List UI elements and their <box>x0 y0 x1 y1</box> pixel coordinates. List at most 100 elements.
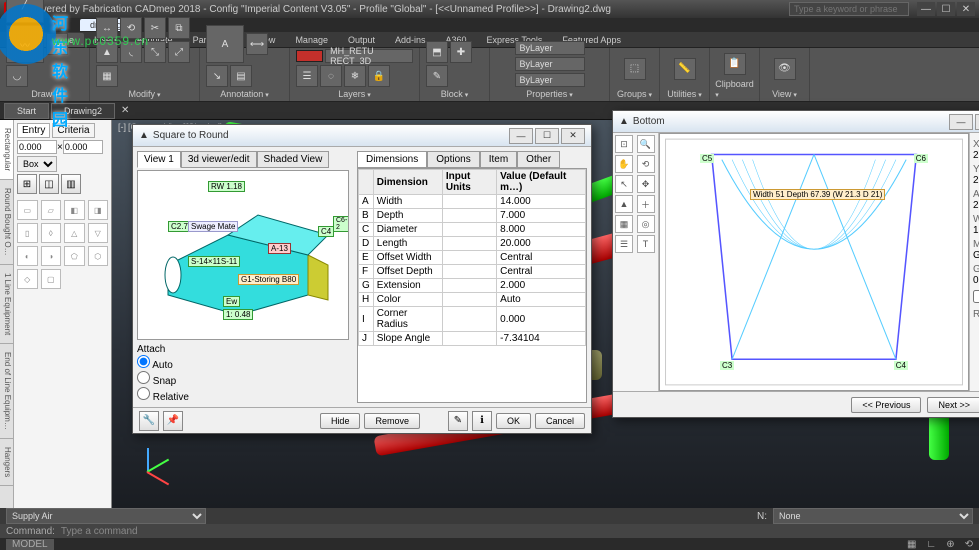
zoom-icon[interactable]: 🔍 <box>637 135 655 153</box>
paste-icon[interactable]: 📋 <box>724 53 746 75</box>
flat-pattern-view[interactable]: Width 51 Depth 67.39 (W 21.3 D 21) C5 C6… <box>659 133 969 391</box>
insert-icon[interactable]: ⬒ <box>426 41 448 63</box>
ribbon-tab-output[interactable]: Output <box>338 33 385 47</box>
table-row[interactable]: EOffset WidthCentral <box>359 251 586 265</box>
layer-freeze-icon[interactable]: ❄ <box>344 65 366 87</box>
mirror-icon[interactable]: ▲ <box>96 41 118 63</box>
previous-button[interactable]: << Previous <box>851 397 921 413</box>
command-line[interactable]: Command: Type a command <box>0 524 979 538</box>
status-icon[interactable]: ⟲ <box>965 539 973 550</box>
tool-icon[interactable]: ◫ <box>39 174 59 194</box>
hide-button[interactable]: Hide <box>320 413 361 429</box>
layer-props-icon[interactable]: ☰ <box>296 65 318 87</box>
part-thumbnail[interactable]: ▱ <box>41 200 62 220</box>
edit-icon[interactable]: ✎ <box>426 65 448 87</box>
pin-icon[interactable]: 📌 <box>163 411 183 431</box>
text-icon[interactable]: A <box>206 25 244 63</box>
move-icon[interactable]: ✥ <box>637 175 655 193</box>
tab-item[interactable]: Item <box>480 151 517 168</box>
minimize-button[interactable]: — <box>917 2 935 16</box>
tool-icon[interactable]: ▥ <box>61 174 81 194</box>
none-combo[interactable]: None <box>773 508 973 524</box>
table-row[interactable]: AWidth14.000 <box>359 195 586 209</box>
array-icon[interactable]: ▦ <box>96 65 118 87</box>
table-row[interactable]: HColorAuto <box>359 293 586 307</box>
text-icon[interactable]: T <box>637 235 655 253</box>
minimize-icon[interactable]: — <box>509 128 533 144</box>
shape-select[interactable]: Box <box>17 156 57 172</box>
layer-color-swatch[interactable] <box>296 50 323 62</box>
part-thumbnail[interactable]: ▯ <box>17 223 38 243</box>
layer-combo[interactable]: MH_RETU RECT_3D <box>325 49 413 63</box>
group-icon[interactable]: ⬚ <box>624 58 646 80</box>
part-thumbnail[interactable]: ▽ <box>88 223 109 243</box>
trim-icon[interactable]: ✂ <box>144 17 166 39</box>
remove-button[interactable]: Remove <box>364 413 420 429</box>
vtab-hangers[interactable]: Hangers <box>0 439 13 486</box>
model-button[interactable]: MODEL <box>6 539 54 550</box>
preview-3d[interactable]: RW 1.18 C2.70 Swage Mate S-14×11S-11 A-1… <box>137 170 349 340</box>
table-row[interactable]: DLength20.000 <box>359 237 586 251</box>
create-icon[interactable]: ✚ <box>450 41 472 63</box>
table-row[interactable]: ICorner Radius0.000 <box>359 307 586 332</box>
part-thumbnail[interactable]: ▢ <box>41 269 62 289</box>
move-icon[interactable]: ↔ <box>96 17 118 39</box>
view-tab-1[interactable]: View 1 <box>137 151 181 168</box>
vtab-rect[interactable]: Rectangular <box>0 120 13 180</box>
system-combo[interactable]: Supply Air <box>6 508 206 524</box>
vtab-eol[interactable]: End of Line Equipm… <box>0 344 13 439</box>
stretch-icon[interactable]: ⤡ <box>144 41 166 63</box>
mirror-icon[interactable]: ▲ <box>615 195 633 213</box>
line-icon[interactable]: ╱ <box>6 0 44 23</box>
vtab-1line[interactable]: 1 Line Equipment <box>0 265 13 344</box>
circle-icon[interactable]: ○ <box>46 33 68 55</box>
arc-icon[interactable]: ◡ <box>6 65 28 87</box>
select-icon[interactable]: ↖ <box>615 175 633 193</box>
minimize-icon[interactable]: — <box>949 114 973 130</box>
leader-icon[interactable]: ↘ <box>206 65 228 87</box>
lineweight-combo[interactable]: ByLayer <box>515 57 585 71</box>
maximize-icon[interactable]: ☐ <box>535 128 559 144</box>
part-thumbnail[interactable]: △ <box>64 223 85 243</box>
doc-tab-drawing[interactable]: Drawing2 <box>51 103 115 119</box>
dimensions-table[interactable]: DimensionInput UnitsValue (Default m…)AW… <box>357 168 587 403</box>
cancel-button[interactable]: Cancel <box>535 413 585 429</box>
view-icon[interactable]: 👁 <box>774 58 796 80</box>
tab-dimensions[interactable]: Dimensions <box>357 151 427 168</box>
add-icon[interactable]: ＋ <box>637 195 655 213</box>
grid-icon[interactable]: ▦ <box>615 215 633 233</box>
new-tab-button[interactable]: ✕ <box>121 105 129 116</box>
linetype-combo[interactable]: ByLayer <box>515 73 585 87</box>
dialog-titlebar[interactable]: ▲ Bottom — ☐ ✕ <box>613 111 979 133</box>
view-tab-shaded[interactable]: Shaded View <box>257 151 330 168</box>
attach-auto-radio[interactable] <box>137 355 150 368</box>
table-row[interactable]: JSlope Angle-7.34104 <box>359 332 586 346</box>
tab-other[interactable]: Other <box>517 151 560 168</box>
maximize-icon[interactable]: ☐ <box>975 114 979 130</box>
scale-icon[interactable]: ⤢ <box>168 41 190 63</box>
size-input-2[interactable] <box>63 140 103 154</box>
part-thumbnail[interactable]: ▭ <box>17 200 38 220</box>
close-button[interactable]: ✕ <box>957 2 975 16</box>
rotate-icon[interactable]: ⟲ <box>120 17 142 39</box>
info-icon[interactable]: ℹ <box>472 411 492 431</box>
polyline-icon[interactable]: 〰 <box>6 25 44 63</box>
table-row[interactable]: FOffset DepthCentral <box>359 265 586 279</box>
table-row[interactable]: CDiameter8.000 <box>359 223 586 237</box>
viewport-3d[interactable]: [Custom View][Shaded] ▲ Square to Round … <box>112 120 979 508</box>
tool-icon[interactable]: 🔧 <box>139 411 159 431</box>
status-icon[interactable]: ⊕ <box>946 539 954 550</box>
tool-icon[interactable]: ⊞ <box>17 174 37 194</box>
color-combo[interactable]: ByLayer <box>515 41 585 55</box>
dialog-titlebar[interactable]: ▲ Square to Round — ☐ ✕ <box>133 125 591 147</box>
edit-icon[interactable]: ✎ <box>448 411 468 431</box>
measure-icon[interactable]: 📏 <box>674 58 696 80</box>
close-icon[interactable]: ✕ <box>561 128 585 144</box>
table-row[interactable]: GExtension2.000 <box>359 279 586 293</box>
part-thumbnail[interactable]: ◇ <box>17 269 38 289</box>
attach-relative-radio[interactable] <box>137 387 150 400</box>
tab-options[interactable]: Options <box>427 151 479 168</box>
rotate-icon[interactable]: ⟲ <box>637 155 655 173</box>
pan-icon[interactable]: ✋ <box>615 155 633 173</box>
doc-tab-start[interactable]: Start <box>4 103 49 119</box>
